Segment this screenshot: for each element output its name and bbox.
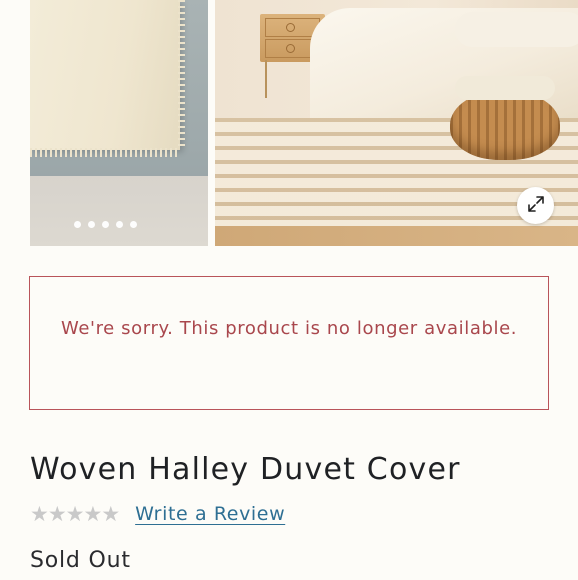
product-page: We're sorry. This product is no longer a… — [0, 0, 578, 580]
fabric-side-fringe — [178, 0, 185, 150]
rattan-ottoman — [450, 90, 560, 160]
nightstand-leg — [265, 60, 267, 98]
duvet-fabric — [30, 0, 180, 150]
image-gallery[interactable] — [0, 0, 578, 246]
carousel-dot[interactable] — [116, 221, 123, 228]
write-review-link[interactable]: Write a Review — [135, 500, 285, 528]
carousel-dots[interactable] — [74, 221, 137, 228]
expand-image-button[interactable] — [517, 187, 554, 224]
image-floor — [30, 176, 208, 246]
carousel-dot[interactable] — [130, 221, 137, 228]
star-empty-icon: ★ — [30, 502, 49, 526]
fabric-fringe — [30, 148, 180, 157]
rating-row: ★ ★ ★ ★ ★ Write a Review — [30, 500, 285, 528]
nightstand-knob — [286, 44, 295, 53]
star-empty-icon: ★ — [83, 502, 102, 526]
unavailable-alert: We're sorry. This product is no longer a… — [29, 276, 549, 410]
carousel-dot[interactable] — [88, 221, 95, 228]
wood-floor — [215, 226, 578, 246]
product-title: Woven Halley Duvet Cover — [30, 452, 461, 487]
folded-throw — [455, 76, 555, 100]
pillow — [455, 12, 578, 47]
product-image-detail[interactable] — [30, 0, 208, 246]
expand-arrows-icon — [526, 194, 546, 218]
star-empty-icon: ★ — [101, 502, 120, 526]
carousel-dot[interactable] — [102, 221, 109, 228]
star-empty-icon: ★ — [65, 502, 85, 526]
alert-message: We're sorry. This product is no longer a… — [61, 318, 518, 339]
star-rating: ★ ★ ★ ★ ★ — [30, 500, 120, 528]
nightstand-knob — [286, 23, 295, 32]
star-empty-icon: ★ — [47, 502, 67, 526]
availability-status: Sold Out — [30, 548, 131, 573]
carousel-dot[interactable] — [74, 221, 81, 228]
